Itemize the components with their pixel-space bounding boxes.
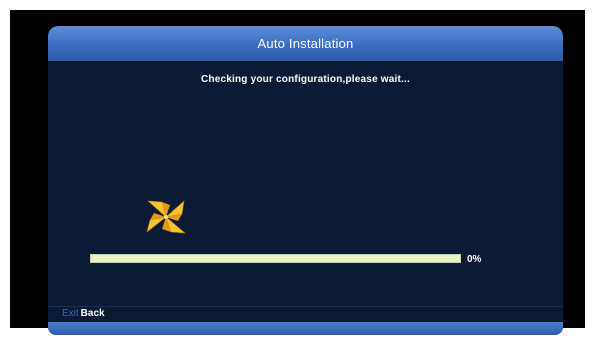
title-bar: Auto Installation bbox=[48, 26, 563, 61]
back-action-label: Back bbox=[80, 308, 105, 319]
exit-key-label: Exit bbox=[62, 308, 79, 319]
progress-bar bbox=[90, 254, 461, 263]
tv-screen: Auto Installation Checking your configur… bbox=[10, 10, 585, 335]
status-message: Checking your configuration,please wait.… bbox=[201, 74, 410, 85]
bottom-bar bbox=[48, 322, 563, 335]
dialog-title: Auto Installation bbox=[257, 36, 354, 51]
footer-bar: Exit Back bbox=[48, 306, 563, 323]
progress-percent-label: 0% bbox=[467, 254, 482, 265]
pinwheel-icon bbox=[146, 200, 186, 234]
auto-installation-dialog: Auto Installation Checking your configur… bbox=[48, 26, 563, 335]
exit-back-hint[interactable]: Exit Back bbox=[62, 308, 105, 319]
